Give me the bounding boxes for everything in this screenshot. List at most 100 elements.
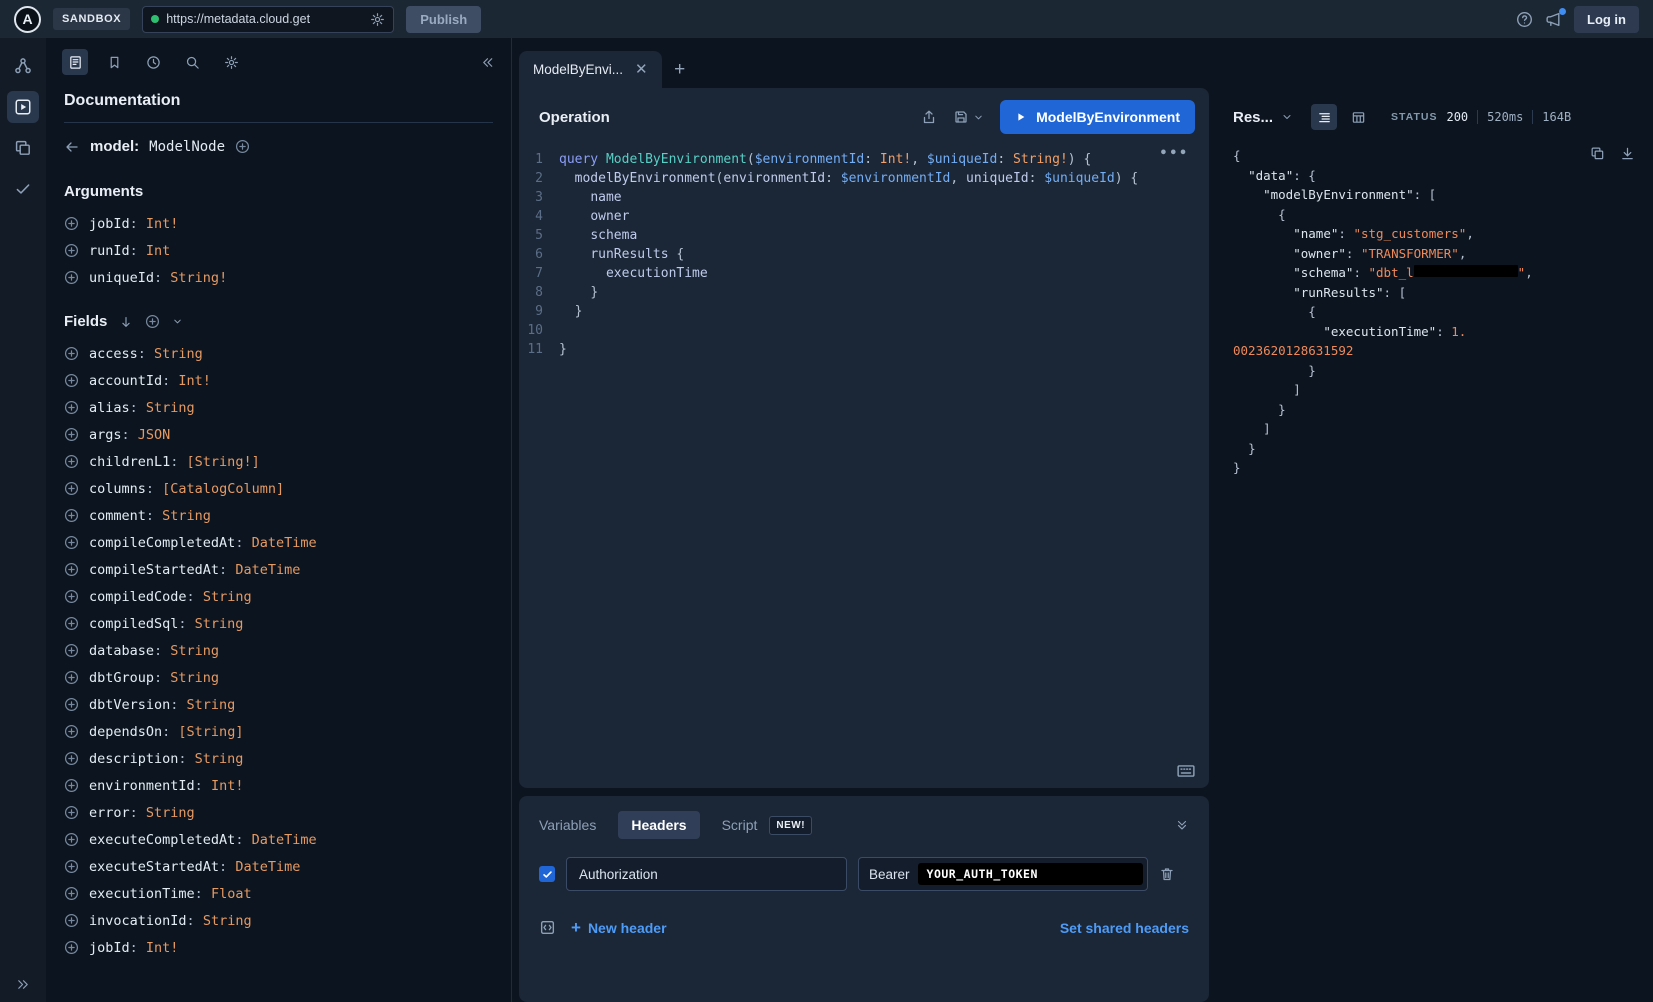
doc-field-row[interactable]: compiledCode: String (46, 583, 511, 610)
add-type-icon[interactable] (235, 139, 250, 154)
announcements-icon[interactable] (1545, 11, 1562, 28)
code-line[interactable]: 6 runResults { (519, 245, 1209, 264)
add-field-to-query-icon[interactable] (64, 216, 79, 231)
add-field-to-query-icon[interactable] (64, 670, 79, 685)
doc-field-row[interactable]: compileStartedAt: DateTime (46, 556, 511, 583)
share-operation-icon[interactable] (921, 109, 937, 125)
new-header-button[interactable]: + New header (571, 919, 667, 936)
code-line[interactable]: 1query ModelByEnvironment($environmentId… (519, 150, 1209, 169)
response-dropdown-chevron-icon[interactable] (1281, 111, 1293, 123)
download-response-icon[interactable] (1620, 146, 1635, 161)
doc-field-row[interactable]: dbtVersion: String (46, 691, 511, 718)
expand-rail-icon[interactable] (16, 977, 31, 992)
bookmarks-icon[interactable] (101, 49, 127, 75)
add-field-to-query-icon[interactable] (64, 832, 79, 847)
add-field-to-query-icon[interactable] (64, 562, 79, 577)
save-operation-icon[interactable] (953, 109, 969, 125)
operation-tab[interactable]: ModelByEnvi... ✕ (519, 51, 662, 88)
doc-field-row[interactable]: uniqueId: String! (46, 264, 511, 291)
code-line[interactable]: 8 } (519, 283, 1209, 302)
add-field-to-query-icon[interactable] (64, 427, 79, 442)
add-all-fields-icon[interactable] (145, 314, 160, 329)
code-line[interactable]: 9 } (519, 302, 1209, 321)
doc-field-row[interactable]: alias: String (46, 394, 511, 421)
add-field-to-query-icon[interactable] (64, 589, 79, 604)
rail-explorer-icon[interactable] (7, 91, 39, 123)
table-view-icon[interactable] (1345, 104, 1371, 130)
copy-response-icon[interactable] (1590, 146, 1605, 161)
new-tab-button[interactable]: + (662, 51, 698, 88)
code-line[interactable]: 11} (519, 340, 1209, 359)
back-arrow-icon[interactable] (64, 139, 80, 155)
add-field-to-query-icon[interactable] (64, 243, 79, 258)
login-button[interactable]: Log in (1574, 6, 1639, 33)
close-tab-icon[interactable]: ✕ (635, 62, 648, 77)
add-field-to-query-icon[interactable] (64, 940, 79, 955)
add-field-to-query-icon[interactable] (64, 616, 79, 631)
code-line[interactable]: 5 schema (519, 226, 1209, 245)
rail-checklist-icon[interactable] (7, 173, 39, 205)
docs-tab-icon[interactable] (62, 49, 88, 75)
search-icon[interactable] (179, 49, 205, 75)
doc-field-row[interactable]: dependsOn: [String] (46, 718, 511, 745)
doc-field-row[interactable]: columns: [CatalogColumn] (46, 475, 511, 502)
add-field-to-query-icon[interactable] (64, 751, 79, 766)
doc-field-row[interactable]: jobId: Int! (46, 210, 511, 237)
add-field-to-query-icon[interactable] (64, 643, 79, 658)
code-line[interactable]: 2 modelByEnvironment(environmentId: $env… (519, 169, 1209, 188)
endpoint-url-box[interactable]: https://metadata.cloud.get (142, 6, 394, 33)
doc-field-row[interactable]: environmentId: Int! (46, 772, 511, 799)
header-enabled-checkbox[interactable] (539, 866, 555, 882)
add-field-to-query-icon[interactable] (64, 778, 79, 793)
keyboard-shortcuts-icon[interactable] (1177, 764, 1195, 778)
code-line[interactable]: 10 (519, 321, 1209, 340)
rail-docs-icon[interactable] (7, 132, 39, 164)
doc-field-row[interactable]: args: JSON (46, 421, 511, 448)
formatted-view-icon[interactable] (1311, 104, 1337, 130)
doc-field-row[interactable]: compiledSql: String (46, 610, 511, 637)
doc-field-row[interactable]: executeStartedAt: DateTime (46, 853, 511, 880)
doc-field-row[interactable]: jobId: Int! (46, 934, 511, 961)
graphql-editor[interactable]: 1query ModelByEnvironment($environmentId… (519, 144, 1209, 788)
doc-field-row[interactable]: childrenL1: [String!] (46, 448, 511, 475)
add-field-to-query-icon[interactable] (64, 346, 79, 361)
code-line[interactable]: 4 owner (519, 207, 1209, 226)
add-field-to-query-icon[interactable] (64, 508, 79, 523)
add-field-to-query-icon[interactable] (64, 697, 79, 712)
run-operation-button[interactable]: ModelByEnvironment (1000, 100, 1195, 134)
code-line[interactable]: 7 executionTime (519, 264, 1209, 283)
settings-gear-icon[interactable] (218, 49, 244, 75)
publish-button[interactable]: Publish (406, 6, 481, 33)
add-field-to-query-icon[interactable] (64, 454, 79, 469)
add-field-to-query-icon[interactable] (64, 886, 79, 901)
header-key-input[interactable] (566, 857, 847, 891)
save-chevron-down-icon[interactable] (973, 112, 984, 123)
doc-field-row[interactable]: invocationId: String (46, 907, 511, 934)
tab-variables[interactable]: Variables (539, 817, 596, 833)
doc-field-row[interactable]: executeCompletedAt: DateTime (46, 826, 511, 853)
save-operation-group[interactable] (953, 109, 984, 125)
add-field-to-query-icon[interactable] (64, 481, 79, 496)
doc-field-row[interactable]: error: String (46, 799, 511, 826)
response-json[interactable]: { "data": { "modelByEnvironment": [ { "n… (1233, 146, 1637, 478)
doc-field-row[interactable]: database: String (46, 637, 511, 664)
add-field-to-query-icon[interactable] (64, 400, 79, 415)
set-shared-headers-link[interactable]: Set shared headers (1060, 920, 1189, 936)
collapse-panel-icon[interactable] (480, 55, 495, 70)
help-icon[interactable] (1516, 11, 1533, 28)
add-field-to-query-icon[interactable] (64, 270, 79, 285)
endpoint-settings-gear-icon[interactable] (370, 12, 385, 27)
doc-field-row[interactable]: comment: String (46, 502, 511, 529)
doc-field-row[interactable]: accountId: Int! (46, 367, 511, 394)
doc-field-row[interactable]: compileCompletedAt: DateTime (46, 529, 511, 556)
doc-field-row[interactable]: description: String (46, 745, 511, 772)
collapse-request-panel-icon[interactable] (1175, 818, 1189, 832)
doc-field-row[interactable]: executionTime: Float (46, 880, 511, 907)
apollo-logo[interactable]: A (14, 6, 41, 33)
breadcrumb-type[interactable]: ModelNode (149, 139, 225, 155)
doc-field-row[interactable]: dbtGroup: String (46, 664, 511, 691)
rail-schema-icon[interactable] (7, 50, 39, 82)
add-field-to-query-icon[interactable] (64, 805, 79, 820)
header-value-input[interactable]: Bearer YOUR_AUTH_TOKEN (858, 857, 1148, 891)
auth-token-value[interactable]: YOUR_AUTH_TOKEN (918, 863, 1143, 885)
